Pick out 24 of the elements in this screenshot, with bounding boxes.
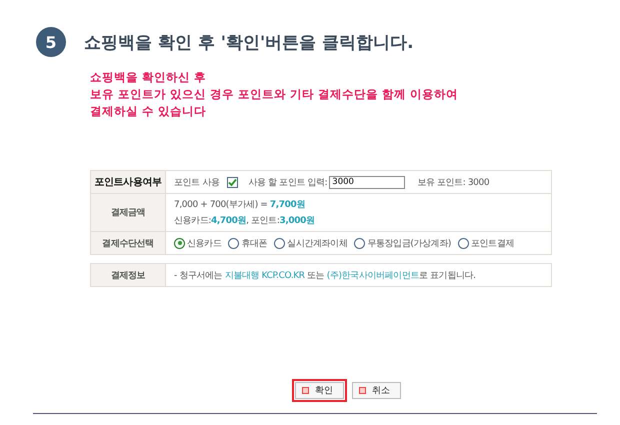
field-label: 사용 할 포인트 입력: [248, 176, 328, 188]
step-number: 5 [36, 27, 66, 57]
notice-text: 결제하실 수 있습니다 [90, 103, 208, 120]
row-label: 결제금액 [91, 194, 166, 231]
action-button[interactable]: 확인 [295, 382, 344, 399]
point-input[interactable]: 3000 [329, 176, 406, 188]
checkbox[interactable] [227, 176, 238, 188]
field-label: 포인트 사용 [174, 176, 220, 188]
radio-option[interactable]: 무통장입금(가상계좌) [354, 236, 452, 250]
row-label: 결제수단선택 [91, 232, 166, 254]
row-label: 포인트사용여부 [91, 171, 166, 193]
radio-option[interactable]: 휴대폰 [228, 236, 268, 250]
amount-text: 신용카드:4,700원, 포인트:3,000원 [174, 215, 315, 227]
amount-text: 7,000 + 700(부가세) = 7,700원 [174, 199, 305, 211]
balance-text: 보유 포인트: 3000 [417, 176, 490, 188]
notice-text: 쇼핑백을 확인하신 후 [90, 69, 208, 86]
radio-option[interactable]: 실시간계좌이체 [274, 236, 348, 250]
action-button[interactable]: 취소 [352, 382, 401, 399]
notice-text: 보유 포인트가 있으신 경우 포인트와 기타 결제수단을 함께 이용하여 [90, 86, 460, 103]
step-title: 쇼핑백을 확인 후 '확인'버튼을 클릭합니다. [84, 32, 414, 54]
row-label: 결제정보 [91, 264, 166, 286]
radio-option[interactable]: 신용카드 [174, 236, 222, 250]
info-text: - 청구서에는 지불대행 KCP.CO.KR 또는 (주)한국사이버페이먼트로 표기됩니다. [174, 270, 476, 282]
radio-option[interactable]: 포인트결제 [458, 236, 514, 250]
